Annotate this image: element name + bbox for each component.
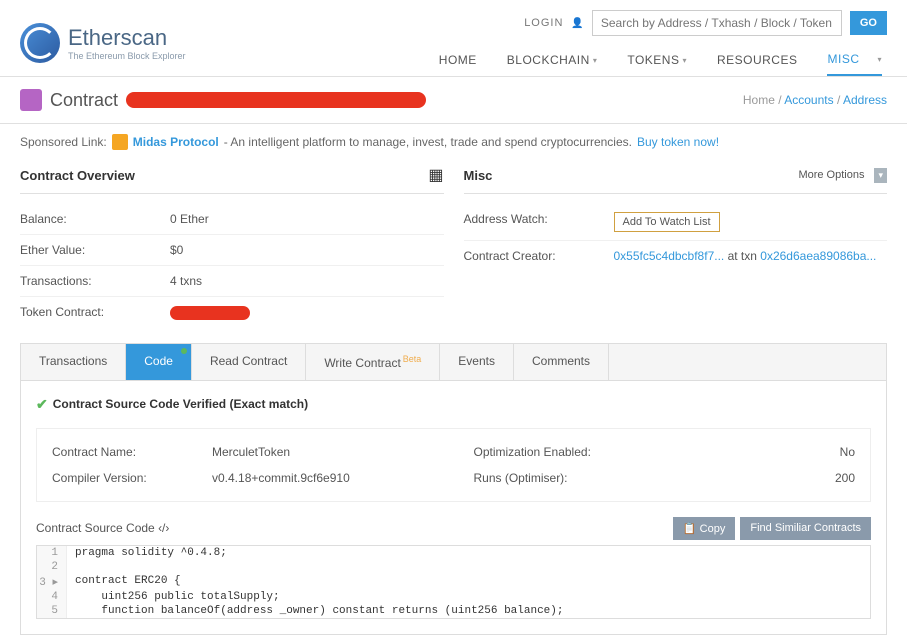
logo-subtitle: The Ethereum Block Explorer <box>68 51 186 61</box>
code-line: pragma solidity ^0.4.8; <box>67 546 235 560</box>
find-similar-button[interactable]: Find Similiar Contracts <box>740 517 871 540</box>
code-line: function balanceOf(address _owner) const… <box>67 604 571 618</box>
code-line: contract ERC20 { <box>67 574 189 590</box>
runs-label: Runs (Optimiser): <box>474 471 634 485</box>
etherscan-logo-icon <box>20 23 60 63</box>
chevron-down-icon: ▾ <box>877 55 882 64</box>
nav-home[interactable]: HOME <box>439 44 477 76</box>
compiler-value: v0.4.18+commit.9cf6e910 <box>212 471 434 485</box>
ethervalue-value: $0 <box>170 243 444 257</box>
token-label: Token Contract: <box>20 305 170 320</box>
nav-tokens[interactable]: TOKENS▾ <box>627 44 687 76</box>
add-watchlist-button[interactable]: Add To Watch List <box>614 212 720 232</box>
sponsor-name[interactable]: Midas Protocol <box>133 135 219 149</box>
check-circle-icon: ✔ <box>36 396 48 413</box>
logo[interactable]: Etherscan The Ethereum Block Explorer <box>20 23 186 63</box>
balance-label: Balance: <box>20 212 170 226</box>
balance-value: 0 Ether <box>170 212 444 226</box>
tab-read-contract[interactable]: Read Contract <box>192 344 306 380</box>
compiler-label: Compiler Version: <box>52 471 212 485</box>
watch-label: Address Watch: <box>464 212 614 232</box>
overview-title: Contract Overview <box>20 168 135 183</box>
optimization-value: No <box>634 445 856 459</box>
token-value <box>170 305 444 320</box>
breadcrumb-home[interactable]: Home <box>743 93 775 107</box>
page-title: Contract <box>50 90 118 111</box>
misc-title: Misc <box>464 168 493 183</box>
go-button[interactable]: GO <box>850 11 887 35</box>
code-line <box>67 560 83 574</box>
chevron-down-icon: ▾ <box>682 56 687 65</box>
code-line: uint256 public totalSupply; <box>67 590 288 604</box>
optimization-label: Optimization Enabled: <box>474 445 634 459</box>
more-options-button[interactable]: More Options ▾ <box>792 165 887 185</box>
creator-txn-link[interactable]: 0x26d6aea89086ba... <box>760 249 876 263</box>
tab-code[interactable]: Code <box>126 344 192 380</box>
breadcrumb-accounts[interactable]: Accounts <box>784 93 833 107</box>
chevron-down-icon: ▾ <box>593 56 598 65</box>
tabs: Transactions Code Read Contract Write Co… <box>21 344 886 381</box>
nav-blockchain[interactable]: BLOCKCHAIN▾ <box>507 44 598 76</box>
tab-events[interactable]: Events <box>440 344 514 380</box>
ethervalue-label: Ether Value: <box>20 243 170 257</box>
copy-icon: 📋 <box>683 523 697 535</box>
nav-resources[interactable]: RESOURCES <box>717 44 798 76</box>
nav-misc[interactable]: MISC▾ <box>827 44 882 76</box>
login-link[interactable]: LOGIN <box>524 17 563 29</box>
source-code-viewer[interactable]: 1pragma solidity ^0.4.8; 2 3 ▸contract E… <box>36 545 871 619</box>
tab-comments[interactable]: Comments <box>514 344 609 380</box>
txns-value: 4 txns <box>170 274 444 288</box>
sponsor-icon <box>112 134 128 150</box>
tab-write-contract[interactable]: Write ContractBeta <box>306 344 440 380</box>
redacted-address <box>126 92 426 108</box>
breadcrumb: Home / Accounts / Address <box>743 93 887 107</box>
runs-value: 200 <box>634 471 856 485</box>
creator-address-link[interactable]: 0x55fc5c4dbcbf8f7... <box>614 249 725 263</box>
sponsored-link: Sponsored Link: Midas Protocol - An inte… <box>0 124 907 160</box>
contract-name-value: MerculetToken <box>212 445 434 459</box>
sponsor-cta[interactable]: Buy token now! <box>637 135 719 149</box>
user-icon: 👤 <box>571 18 583 29</box>
creator-label: Contract Creator: <box>464 249 614 263</box>
chevron-down-icon: ▾ <box>874 168 887 183</box>
verified-dot-icon <box>181 348 187 354</box>
contract-name-label: Contract Name: <box>52 445 212 459</box>
copy-button[interactable]: 📋 Copy <box>673 517 735 540</box>
beta-badge: Beta <box>403 354 422 364</box>
logo-title: Etherscan <box>68 25 186 51</box>
txns-label: Transactions: <box>20 274 170 288</box>
search-input[interactable] <box>592 10 842 36</box>
contract-icon <box>20 89 42 111</box>
verified-text: Contract Source Code Verified (Exact mat… <box>53 397 308 411</box>
source-code-title: Contract Source Code ‹/› <box>36 521 169 535</box>
tab-transactions[interactable]: Transactions <box>21 344 126 380</box>
main-nav: HOME BLOCKCHAIN▾ TOKENS▾ RESOURCES MISC▾ <box>439 44 887 76</box>
qrcode-icon[interactable]: ▦ <box>428 165 443 185</box>
redacted-token <box>170 306 250 320</box>
breadcrumb-address[interactable]: Address <box>843 93 887 107</box>
